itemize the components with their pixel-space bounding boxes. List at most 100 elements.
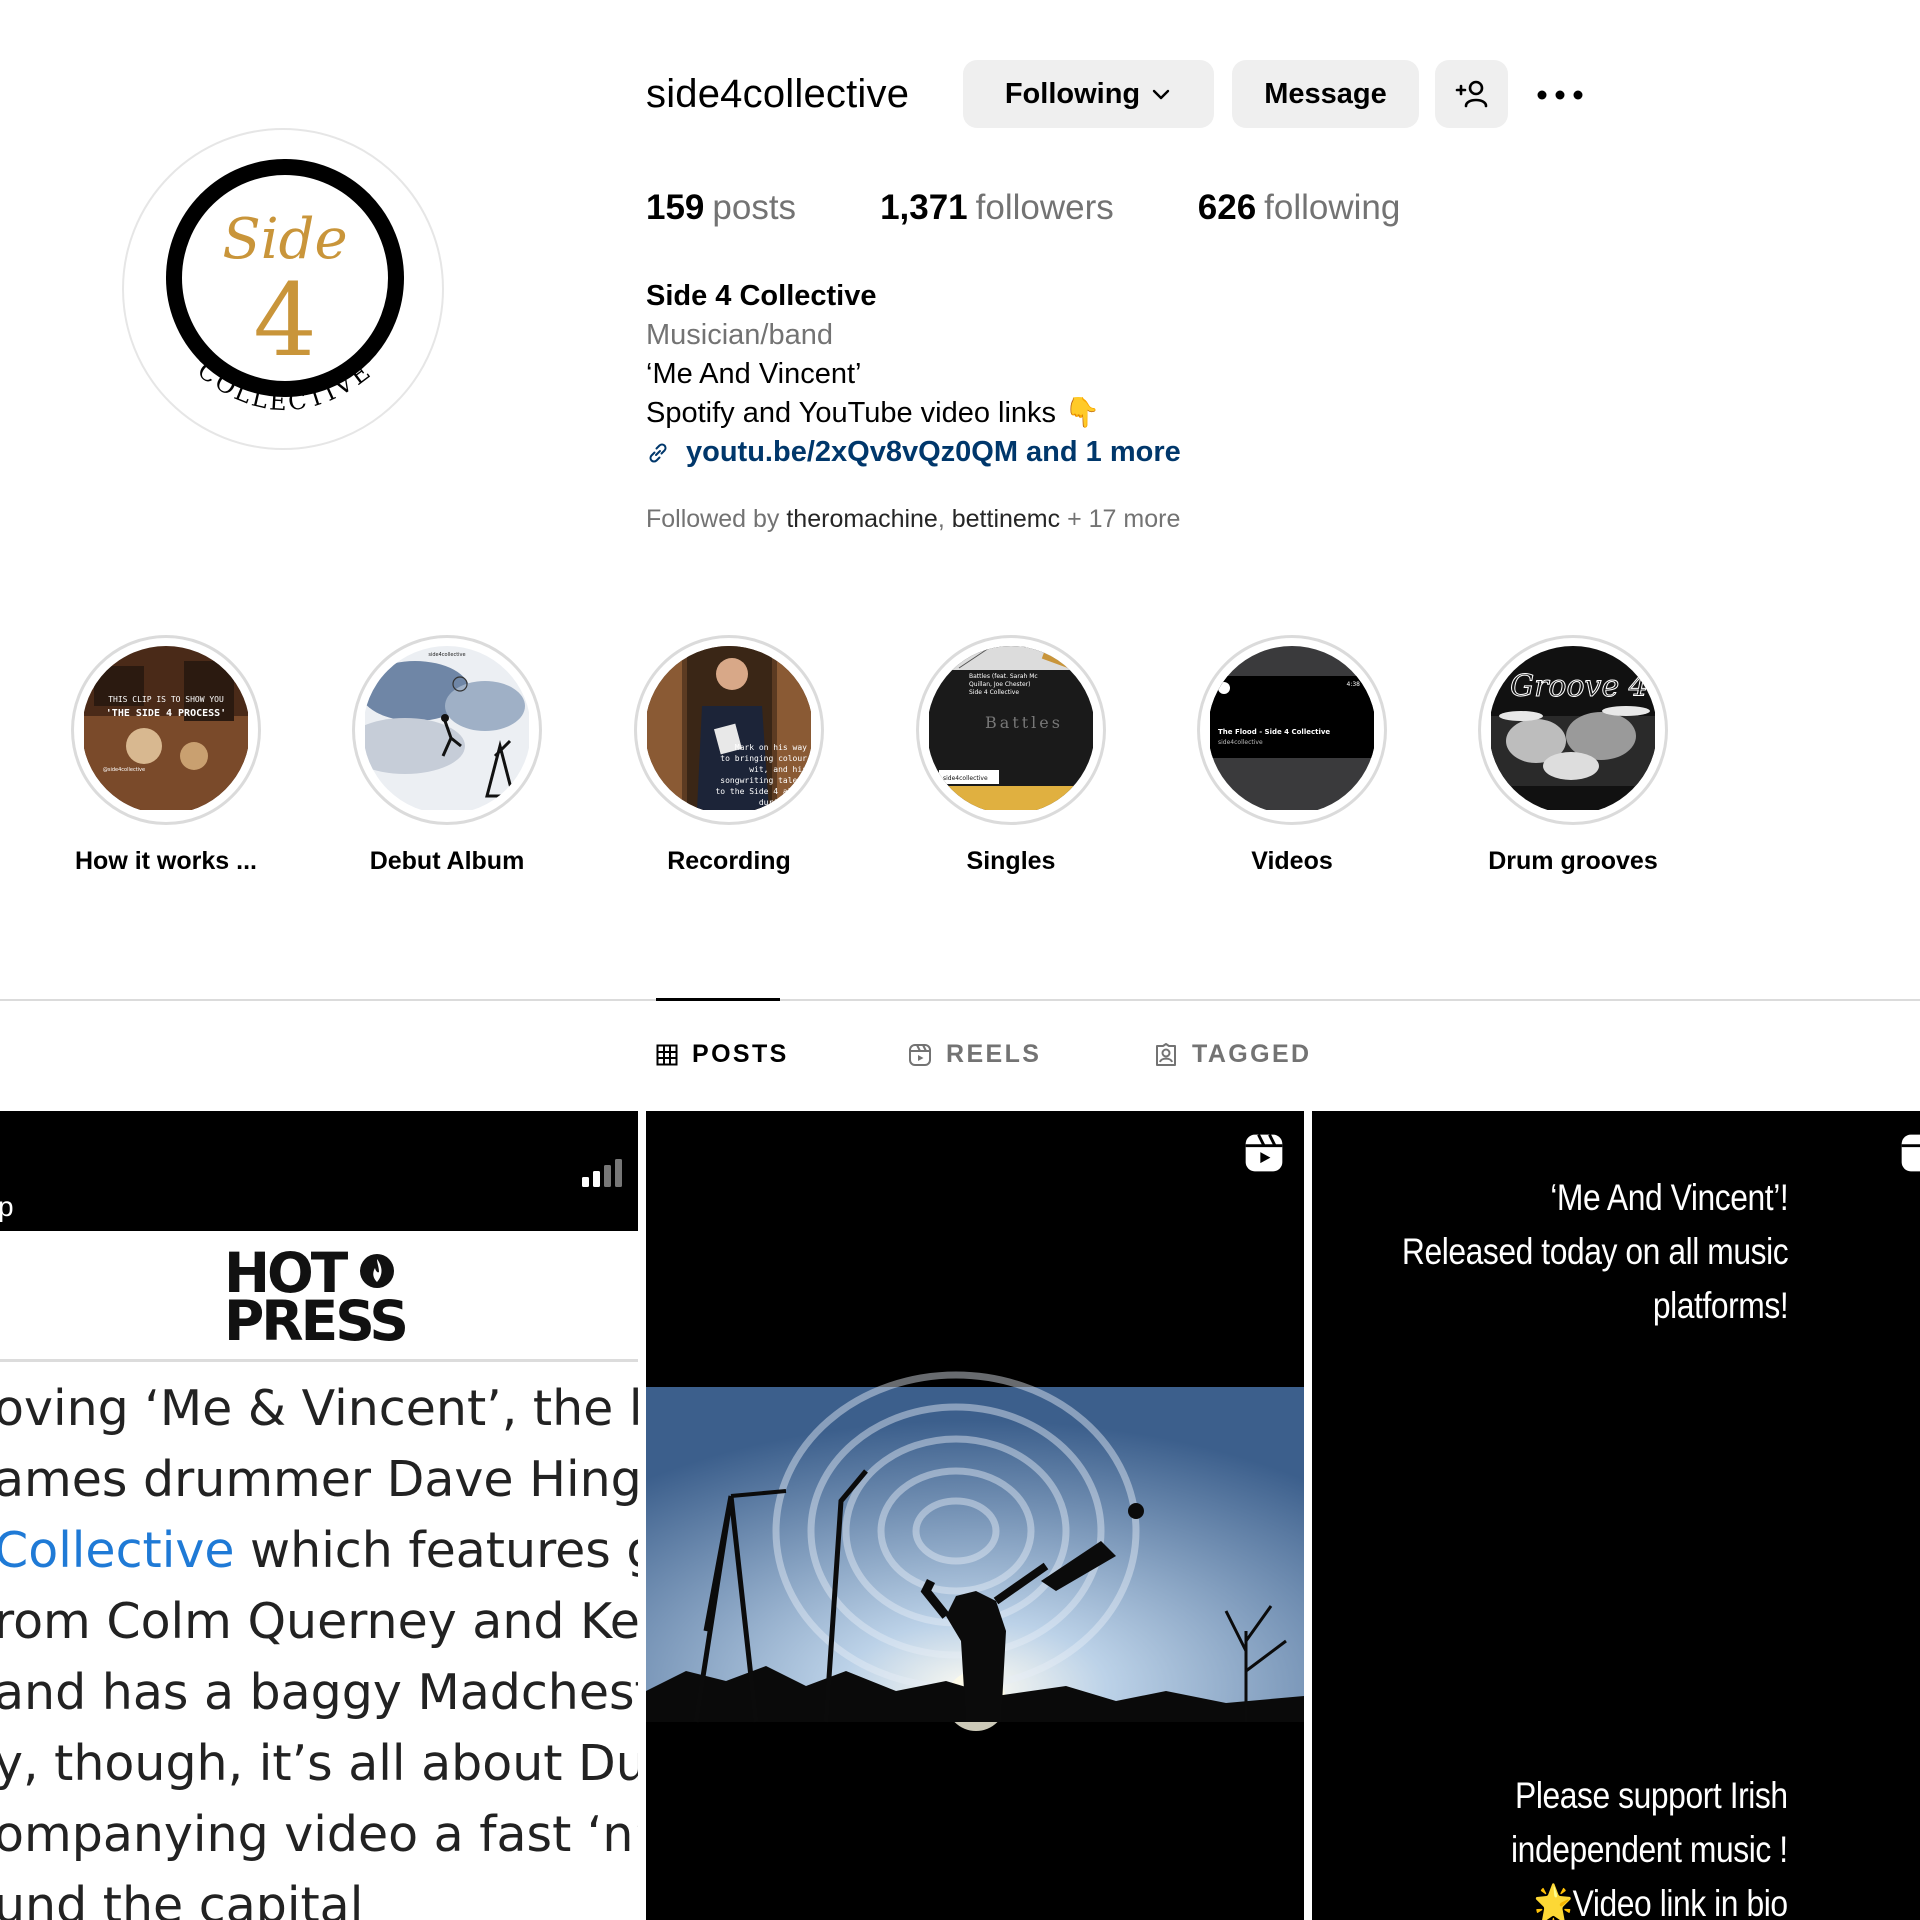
highlight-caption: to the Side 4 album: [715, 787, 807, 796]
highlight-label: Videos: [1251, 847, 1333, 875]
posts-label: posts: [712, 188, 797, 227]
followed-by-separator: ,: [937, 505, 952, 533]
post-caption-top: ‘Me And Vincent’! Released today on all …: [1401, 1171, 1789, 1333]
more-options-button[interactable]: [1530, 70, 1590, 120]
active-tab-indicator: [656, 998, 780, 1001]
post-tile[interactable]: ‘Me And Vincent’! Released today on all …: [1312, 1111, 1920, 1920]
bio-link-text: youtu.be/2xQv8vQz0QM and 1 more: [686, 436, 1181, 468]
followed-by-more: + 17 more: [1060, 505, 1181, 533]
posts-count-stat: 159 posts: [646, 188, 796, 228]
bio-line: ‘Me And Vincent’: [646, 358, 862, 390]
highlight-recording[interactable]: Mark on his way to bringing colour wit, …: [629, 635, 829, 876]
add-person-icon: [1455, 80, 1487, 108]
flame-icon: [360, 1254, 394, 1288]
signal-bars-icon: [582, 1159, 622, 1187]
article-line: ames drummer Dave Hinger: [0, 1451, 638, 1508]
tabs-divider: [0, 999, 1920, 1001]
post-text: p: [0, 1191, 14, 1222]
highlight-ring: Groove 4: [1478, 635, 1668, 825]
hotpress-logo: HOT PRESS: [224, 1246, 424, 1349]
following-button-label: Following: [1004, 77, 1141, 110]
followers-stat-link[interactable]: 1,371 followers: [880, 188, 1114, 228]
highlight-caption: Groove 4: [1510, 669, 1648, 704]
followed-by[interactable]: Followed by theromachine, bettinemc + 17…: [646, 505, 1180, 534]
suggest-users-button[interactable]: [1435, 60, 1508, 128]
divider-line: [0, 1359, 638, 1362]
grid-icon: [656, 1044, 678, 1065]
more-dots-icon: [1537, 90, 1583, 100]
highlight-videos[interactable]: The Flood - Side 4 Collective side4colle…: [1192, 635, 1392, 876]
article-line: which features gu: [250, 1522, 638, 1579]
article-text: oving ‘Me & Vincent’, the late ames drum…: [0, 1373, 638, 1920]
followers-label: followers: [975, 188, 1114, 227]
highlight-ring: Battles (feat. Sarah Mc Quillan, Joe Che…: [916, 635, 1106, 825]
highlight-caption: 4:38: [1347, 681, 1361, 688]
highlight-ring: The Flood - Side 4 Collective side4colle…: [1197, 635, 1387, 825]
highlight-caption: @side4collective: [103, 767, 145, 773]
highlight-label: Singles: [966, 847, 1056, 875]
highlight-singles[interactable]: Battles (feat. Sarah Mc Quillan, Joe Che…: [911, 635, 1111, 876]
article-line: and has a baggy Madcheste: [0, 1664, 638, 1721]
article-line: oving ‘Me & Vincent’, the late: [0, 1380, 638, 1437]
highlight-caption: wit, and his: [749, 765, 807, 774]
profile-username: side4collective: [646, 72, 910, 116]
reels-icon: [909, 1043, 931, 1066]
tab-tagged[interactable]: TAGGED: [1154, 1040, 1312, 1069]
highlight-thumbnail: side4collective: [363, 646, 531, 814]
message-button-label: Message: [1264, 77, 1387, 110]
highlight-caption: Mark on his way: [735, 743, 807, 752]
post-text: platforms!: [1652, 1285, 1789, 1326]
followed-by-user: bettinemc: [951, 505, 1061, 533]
message-button[interactable]: Message: [1232, 60, 1419, 128]
following-stat-link[interactable]: 626 following: [1198, 188, 1401, 228]
highlight-debut-album[interactable]: side4collective Debut Album: [347, 635, 547, 876]
highlight-ring: THIS CLIP IS TO SHOW YOU 'THE SIDE 4 PRO…: [71, 635, 261, 825]
post-tile[interactable]: p HOT PRESS oving ‘Me & Vincent’, the la…: [0, 1111, 638, 1920]
highlight-thumbnail: Battles (feat. Sarah Mc Quillan, Joe Che…: [927, 646, 1095, 814]
highlight-caption: to bringing colour: [720, 754, 807, 763]
tab-label: TAGGED: [1192, 1040, 1312, 1068]
highlight-label: Drum grooves: [1488, 847, 1658, 875]
profile-avatar[interactable]: Side 4 COLLECTIVE: [122, 128, 444, 450]
highlight-drum-grooves[interactable]: Groove 4 Drum grooves: [1473, 635, 1673, 876]
highlight-label: Recording: [667, 847, 791, 875]
following-button[interactable]: Following: [963, 60, 1214, 128]
article-line: y, though, it’s all about Dubli: [0, 1735, 638, 1792]
highlight-ring: side4collective: [352, 635, 542, 825]
story-highlights: THIS CLIP IS TO SHOW YOU 'THE SIDE 4 PRO…: [0, 635, 1920, 885]
highlight-caption: Battles (feat. Sarah Mc: [969, 673, 1038, 680]
reel-badge-icon: [1901, 1134, 1920, 1172]
following-label: following: [1264, 188, 1401, 227]
followed-by-prefix: Followed by: [646, 505, 787, 533]
profile-stats: 159 posts 1,371 followers 626 following: [646, 188, 1484, 228]
post-text: independent music !: [1511, 1829, 1788, 1870]
post-screenshot-statusbar: p: [0, 1111, 638, 1231]
profile-display-name: Side 4 Collective: [646, 280, 877, 312]
highlight-thumbnail: Groove 4: [1489, 646, 1657, 814]
highlight-caption: The Flood - Side 4 Collective: [1218, 728, 1330, 736]
highlight-caption: songwriting talent: [720, 776, 807, 785]
tab-label: REELS: [946, 1040, 1042, 1068]
tab-reels[interactable]: REELS: [908, 1040, 1041, 1069]
highlight-how-it-works[interactable]: THIS CLIP IS TO SHOW YOU 'THE SIDE 4 PRO…: [66, 635, 266, 876]
highlight-caption: side4collective: [428, 652, 465, 658]
followers-count: 1,371: [880, 188, 968, 227]
highlight-caption: during the: [759, 798, 807, 807]
tab-posts[interactable]: POSTS: [656, 1040, 789, 1069]
bio-external-link[interactable]: youtu.be/2xQv8vQz0QM and 1 more: [646, 433, 1181, 472]
post-tile[interactable]: [646, 1111, 1304, 1920]
highlight-caption: Quillan, Joe Chester): [969, 681, 1031, 688]
post-text: Please support Irish: [1515, 1775, 1788, 1816]
followed-by-user: theromachine: [786, 505, 938, 533]
article-line: ompanying video a fast ‘n’ fu: [0, 1806, 638, 1863]
post-image: [646, 1111, 1304, 1920]
post-text: Released today on all music: [1401, 1231, 1789, 1272]
post-text: ‘Me And Vincent’!: [1550, 1177, 1788, 1218]
highlight-caption: THIS CLIP IS TO SHOW YOU: [108, 695, 224, 704]
highlight-label: How it works ...: [75, 847, 257, 875]
article-line: und the capital: [0, 1877, 364, 1920]
following-count: 626: [1197, 188, 1257, 227]
profile-category: Musician/band: [646, 319, 833, 351]
highlight-thumbnail: THIS CLIP IS TO SHOW YOU 'THE SIDE 4 PRO…: [82, 646, 250, 814]
highlight-caption: side4collective: [1218, 739, 1263, 746]
